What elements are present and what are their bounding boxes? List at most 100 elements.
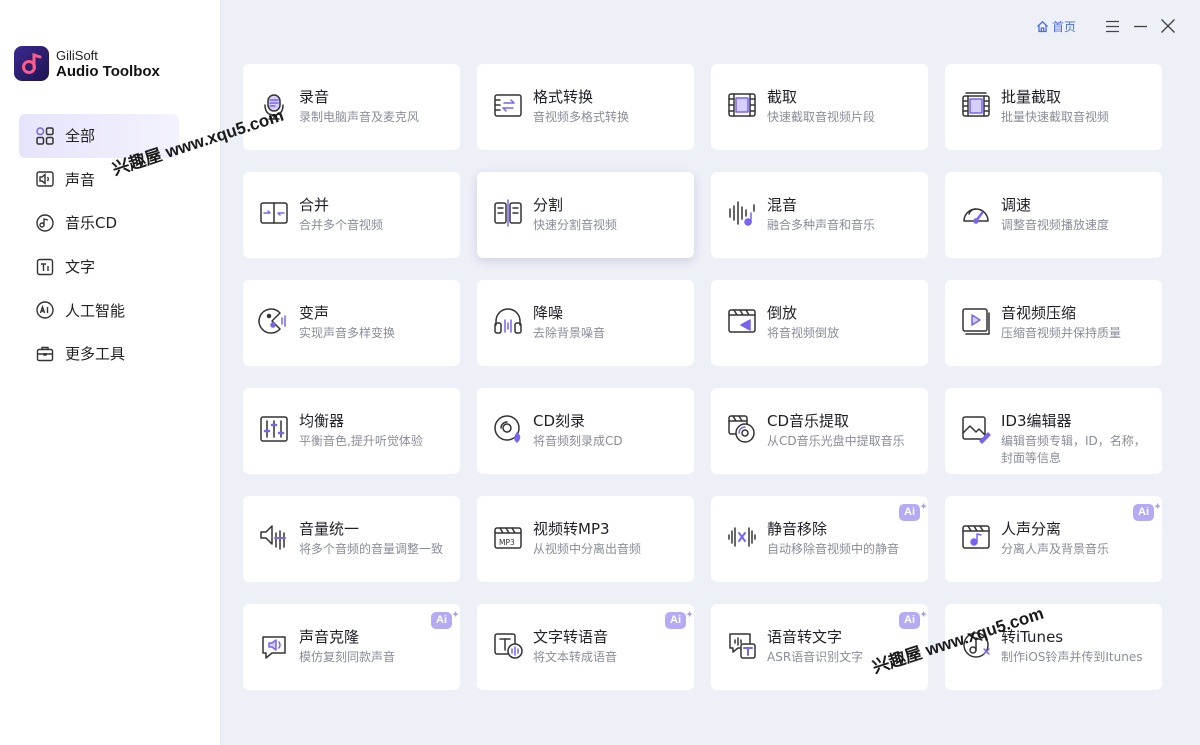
tool-card-reverse[interactable]: 倒放 将音视频倒放 xyxy=(711,280,928,366)
tool-title: 视频转MP3 xyxy=(533,520,610,538)
toolbox-icon xyxy=(34,343,56,365)
speech-to-text-icon xyxy=(725,628,759,662)
sidebar-item-text[interactable]: 文字 xyxy=(19,245,179,289)
tool-card-volume-normalize[interactable]: 音量统一 将多个音频的音量调整一致 xyxy=(243,496,460,582)
sidebar-item-all[interactable]: 全部 xyxy=(19,114,179,158)
tool-grid: 录音 录制电脑声音及麦克风 格式转换 音视频多格式转换 截取 快速截取音视频片段 批量截取批… xyxy=(243,64,1162,690)
tool-description: 模仿复刻同款声音 xyxy=(299,650,396,664)
volume-normalize-icon xyxy=(257,520,291,554)
home-icon xyxy=(1037,20,1048,32)
menu-button[interactable] xyxy=(1098,14,1126,38)
tool-description: 合并多个音视频 xyxy=(299,218,384,232)
cd-rip-icon xyxy=(725,412,759,446)
tool-card-batch-trim[interactable]: 批量截取 批量快速截取音视频 xyxy=(945,64,1162,150)
app-logo: GiliSoft Audio Toolbox xyxy=(14,46,160,81)
tool-description: 将音视频倒放 xyxy=(767,326,840,340)
tool-card-video-to-mp3[interactable]: MP3 视频转MP3 从视频中分离出音频 xyxy=(477,496,694,582)
tool-description: 快速分割音视频 xyxy=(533,218,618,232)
tool-card-split[interactable]: 分割 快速分割音视频 xyxy=(477,172,694,258)
tool-title: 倒放 xyxy=(767,304,798,322)
text-to-speech-icon xyxy=(491,628,525,662)
sidebar-item-label: 音乐CD xyxy=(65,214,118,233)
brand-line1: GiliSoft xyxy=(56,47,98,63)
tool-card-silence-remove[interactable]: 静音移除 自动移除音视频中的静音 Ai xyxy=(711,496,928,582)
tool-title: 文字转语音 xyxy=(533,628,609,646)
tool-title: 静音移除 xyxy=(767,520,828,538)
sidebar-item-more-tools[interactable]: 更多工具 xyxy=(19,332,179,376)
reverse-icon xyxy=(725,304,759,338)
ai-badge: Ai xyxy=(899,606,927,629)
merge-icon xyxy=(257,196,291,230)
tool-description: 将音频刻录成CD xyxy=(533,434,623,448)
minimize-button[interactable] xyxy=(1126,14,1154,38)
tool-title: 变声 xyxy=(299,304,330,322)
ai-badge: Ai xyxy=(665,606,693,629)
hamburger-icon xyxy=(1105,20,1119,32)
tool-card-mix[interactable]: 混音 融合多种声音和音乐 xyxy=(711,172,928,258)
id3-edit-icon xyxy=(959,412,993,446)
tool-title: 语音转文字 xyxy=(767,628,843,646)
tool-description: 去除背景噪音 xyxy=(533,326,606,340)
tool-description: 制作iOS铃声并传到Itunes xyxy=(1001,650,1143,664)
tool-title: 合并 xyxy=(299,196,330,214)
tool-description: 从CD音乐光盘中提取音乐 xyxy=(767,434,905,448)
tool-card-film-trim[interactable]: 截取快速截取音视频片段 xyxy=(711,64,928,150)
tool-description: ASR语音识别文字 xyxy=(767,650,864,664)
tool-title: 分割 xyxy=(533,196,564,214)
tool-title: ID3编辑器 xyxy=(1001,412,1072,430)
tool-title: CD音乐提取 xyxy=(767,412,850,430)
tool-title: 录音 xyxy=(299,88,330,106)
tool-card-microphone[interactable]: 录音 录制电脑声音及麦克风 xyxy=(243,64,460,150)
convert-icon xyxy=(491,88,525,122)
music-cd-icon xyxy=(34,212,56,234)
tool-card-equalizer[interactable]: 均衡器 平衡音色,提升听觉体验 xyxy=(243,388,460,474)
tool-title: 截取 xyxy=(767,88,798,106)
tool-description: 融合多种声音和音乐 xyxy=(767,218,876,232)
tool-card-vocal-separate[interactable]: 人声分离分离人声及背景音乐 Ai xyxy=(945,496,1162,582)
tool-title: 音量统一 xyxy=(299,520,360,538)
tool-title: 音视频压缩 xyxy=(1001,304,1077,322)
voice-clone-icon xyxy=(257,628,291,662)
tool-title: 降噪 xyxy=(533,304,564,322)
ai-badge: Ai xyxy=(1133,498,1161,521)
tool-card-convert[interactable]: 格式转换 音视频多格式转换 xyxy=(477,64,694,150)
tool-title: 批量截取 xyxy=(1001,88,1062,106)
tool-card-cd-rip[interactable]: CD音乐提取从CD音乐光盘中提取音乐 xyxy=(711,388,928,474)
video-to-mp3-icon: MP3 xyxy=(491,520,525,554)
ai-badge: Ai xyxy=(431,606,459,629)
tool-card-voice-clone[interactable]: 声音克隆 模仿复刻同款声音 Ai xyxy=(243,604,460,690)
tool-card-voice-change[interactable]: 变声 实现声音多样变换 xyxy=(243,280,460,366)
cd-burn-icon xyxy=(491,412,525,446)
sidebar-item-label: 人工智能 xyxy=(65,301,126,320)
tool-card-merge[interactable]: 合并 合并多个音视频 xyxy=(243,172,460,258)
sidebar-item-music-cd[interactable]: 音乐CD xyxy=(19,201,179,245)
minimize-icon xyxy=(1133,25,1147,27)
sidebar-nav: 全部 声音 音乐CD 文字 人工智能 更多工具 xyxy=(19,114,179,376)
tool-title: 人声分离 xyxy=(1001,520,1062,538)
tool-card-text-to-speech[interactable]: 文字转语音 将文本转成语音 Ai xyxy=(477,604,694,690)
grid-icon xyxy=(34,125,56,147)
home-link[interactable]: 首页 xyxy=(1036,18,1076,35)
sidebar-item-label: 全部 xyxy=(65,127,96,146)
sidebar-item-sound[interactable]: 声音 xyxy=(19,158,179,202)
tool-card-cd-burn[interactable]: CD刻录 将音频刻录成CD xyxy=(477,388,694,474)
tool-card-headphones[interactable]: 降噪 去除背景噪音 xyxy=(477,280,694,366)
tool-card-itunes[interactable]: 转iTunes 制作iOS铃声并传到Itunes xyxy=(945,604,1162,690)
speedometer-icon xyxy=(959,196,993,230)
tool-description: 分离人声及背景音乐 xyxy=(1001,542,1110,556)
tool-card-compress[interactable]: 音视频压缩 压缩音视频并保持质量 xyxy=(945,280,1162,366)
brand-line2: Audio Toolbox xyxy=(56,62,160,80)
sidebar-item-label: 更多工具 xyxy=(65,345,126,364)
tool-description: 快速截取音视频片段 xyxy=(767,110,876,124)
tool-card-speech-to-text[interactable]: 语音转文字 ASR语音识别文字 Ai xyxy=(711,604,928,690)
tool-card-speedometer[interactable]: 调速 调整音视频播放速度 xyxy=(945,172,1162,258)
close-button[interactable] xyxy=(1154,14,1182,38)
sidebar-item-ai[interactable]: 人工智能 xyxy=(19,288,179,332)
tool-card-id3-edit[interactable]: ID3编辑器 编辑音频专辑，ID，名称，封面等信息 xyxy=(945,388,1162,474)
speaker-icon xyxy=(34,168,56,190)
tool-description: 音视频多格式转换 xyxy=(533,110,630,124)
svg-text:MP3: MP3 xyxy=(499,538,515,547)
home-label: 首页 xyxy=(1051,19,1076,34)
microphone-icon xyxy=(257,88,291,122)
itunes-icon xyxy=(959,628,993,662)
